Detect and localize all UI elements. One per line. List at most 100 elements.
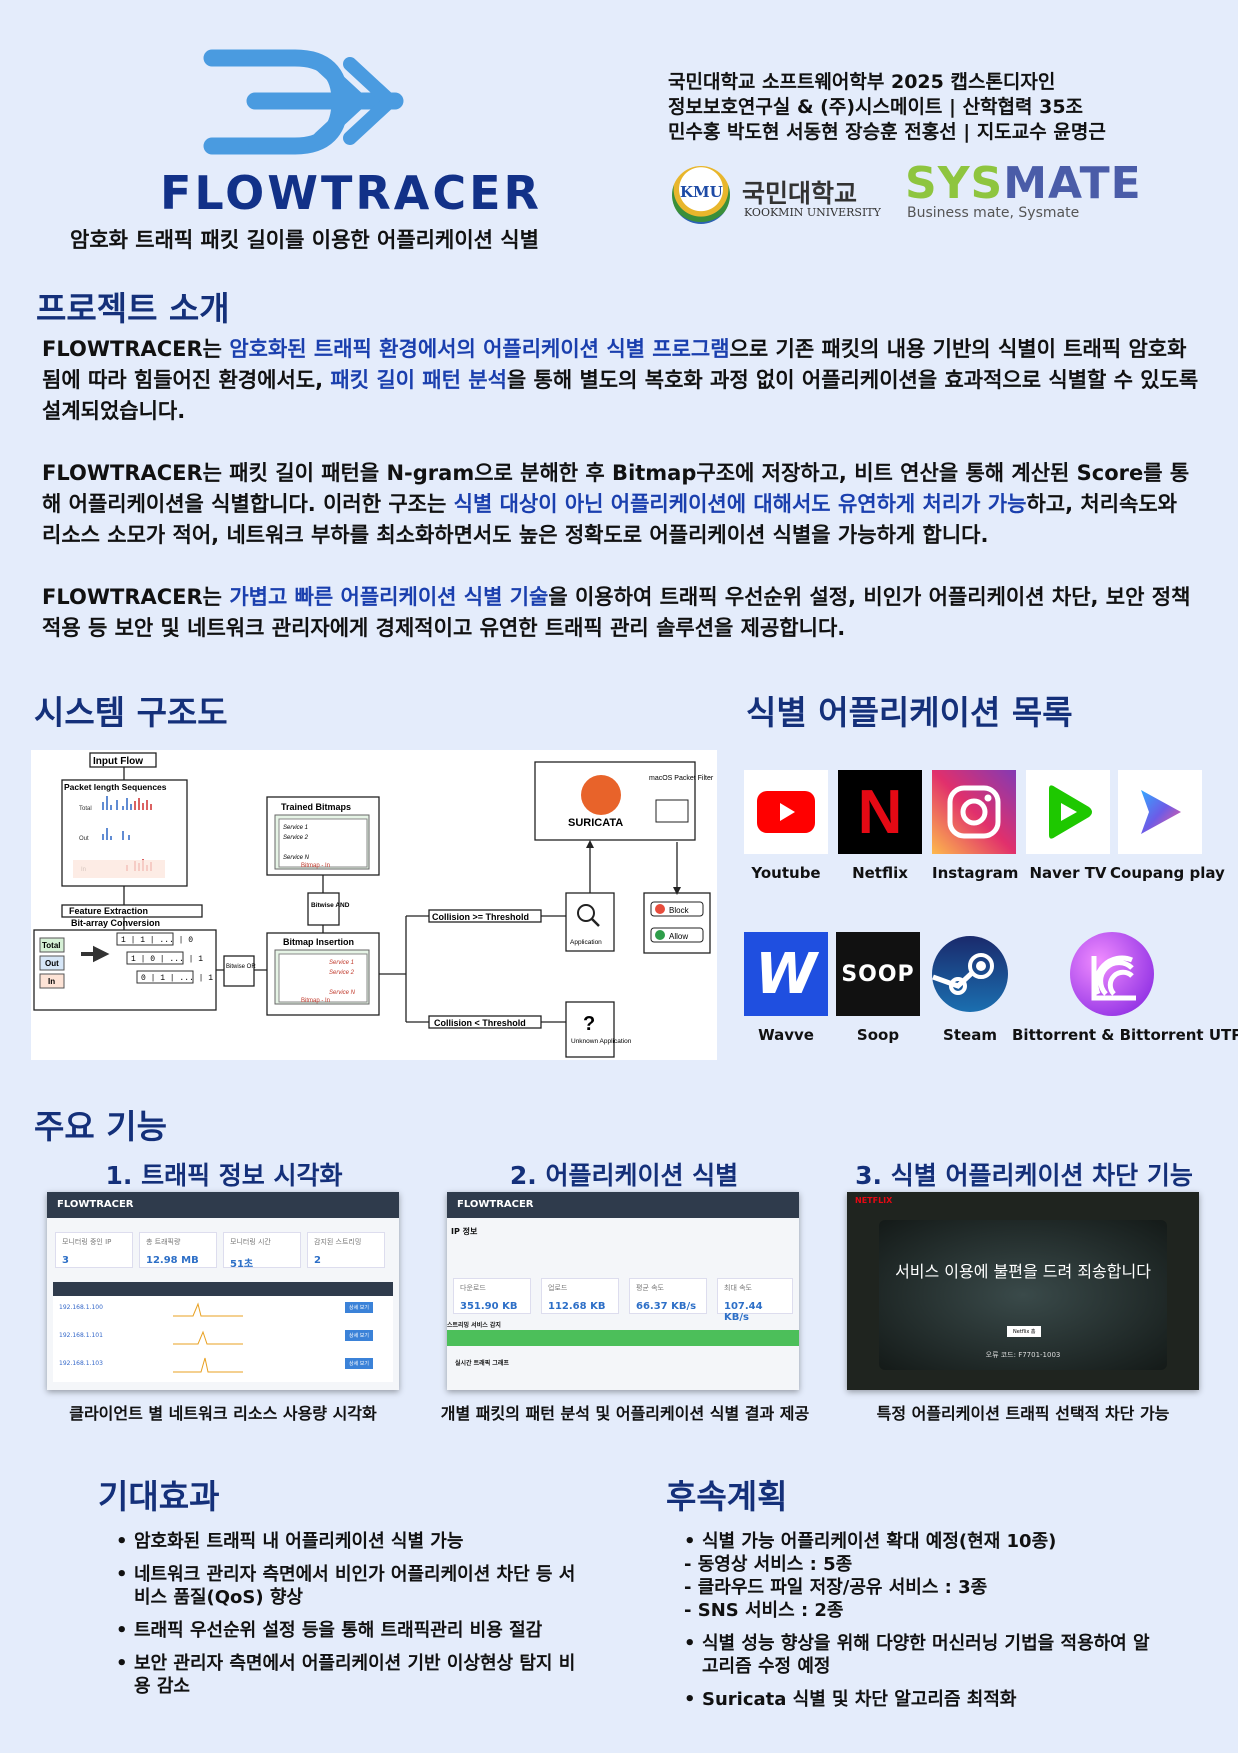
suricata-label: SURICATA bbox=[568, 817, 623, 829]
svg-text:Service N: Service N bbox=[329, 990, 356, 996]
sysmate-b: MATE bbox=[1003, 158, 1142, 209]
allow-label: Allow bbox=[669, 932, 688, 941]
kmu-emblem-icon: KMU bbox=[672, 166, 730, 224]
intro-paragraph: FLOWTRACER는 가볍고 빠른 어플리케이션 식별 기술을 이용하여 트래… bbox=[42, 585, 1191, 640]
stat-card: 다운로드 351.90 KB bbox=[453, 1278, 531, 1314]
info-line: 정보보호연구실 & (주)시스메이트 | 산학협력 35조 bbox=[668, 96, 1084, 118]
bitwise-or-label: Bitwise OR bbox=[226, 964, 256, 970]
list-item: 네트워크 관리자 측면에서 비인가 어플리케이션 차단 등 서비스 품질(QoS… bbox=[112, 1563, 582, 1609]
svg-text:Service N: Service N bbox=[283, 855, 310, 861]
effects-list: 암호화된 트래픽 내 어플리케이션 식별 가능 네트워크 관리자 측면에서 비인… bbox=[112, 1530, 582, 1708]
bitmap-insertion-label: Bitmap Insertion bbox=[283, 937, 354, 947]
trained-label: Trained Bitmaps bbox=[281, 802, 351, 812]
stat-card: 평균 속도 66.37 KB/s bbox=[629, 1278, 707, 1314]
brand-title: FLOWTRACER bbox=[160, 166, 542, 220]
plan-sub-item: - 동영상 서비스 : 5종 bbox=[684, 1554, 853, 1575]
intro-title: 프로젝트 소개 bbox=[36, 289, 230, 328]
table-row: 192.168.1.101 bbox=[59, 1332, 103, 1339]
app-instagram: Instagram bbox=[932, 770, 1019, 882]
plan-sub-item: - SNS 서비스 : 2종 bbox=[684, 1600, 844, 1621]
blocked-screenshot: NETFLIX 서비스 이용에 불편을 드려 죄송합니다 Netflix 홈 오… bbox=[847, 1192, 1199, 1390]
netflix-brand: NETFLIX bbox=[855, 1196, 893, 1205]
svg-text:Service 2: Service 2 bbox=[329, 970, 355, 976]
ip-table: 192.168.1.100 192.168.1.101 192.168.1.10… bbox=[53, 1296, 393, 1382]
feature-3-caption: 특정 어플리케이션 트래픽 선택적 차단 가능 bbox=[876, 1404, 1170, 1423]
coupangplay-icon bbox=[1118, 770, 1202, 854]
feature-2-caption: 개별 패킷의 패턴 분석 및 어플리케이션 식별 결과 제공 bbox=[440, 1404, 810, 1423]
block-message: 서비스 이용에 불편을 드려 죄송합니다 bbox=[895, 1262, 1151, 1281]
svg-text:1 | 1 | ... | 0: 1 | 1 | ... | 0 bbox=[121, 936, 193, 945]
sysmate-a: SYS bbox=[905, 158, 1004, 209]
detail-button[interactable]: 상세 보기 bbox=[345, 1302, 373, 1313]
app-navertv: Naver TV bbox=[1026, 770, 1110, 882]
app-soop: SOOP Soop bbox=[836, 932, 920, 1044]
detail-button[interactable]: 상세 보기 bbox=[345, 1358, 373, 1369]
table-row: 192.168.1.100 bbox=[59, 1304, 103, 1311]
svg-text:Service 1: Service 1 bbox=[283, 825, 308, 831]
stat-card: 업로드 112.68 KB bbox=[541, 1278, 619, 1314]
feature-2-title: 2. 어플리케이션 식별 bbox=[509, 1161, 739, 1190]
app-label: Bittorrent & Bittorrent UTP bbox=[1012, 1026, 1238, 1044]
graph-label: 실시간 트래픽 그래프 bbox=[455, 1360, 509, 1367]
traffic-sparkline bbox=[173, 1302, 243, 1373]
kmu-english: KOOKMIN UNIVERSITY bbox=[744, 206, 881, 219]
stat-card: 총 트래픽량 12.98 MB bbox=[139, 1232, 217, 1268]
app-steam: Steam bbox=[928, 932, 1012, 1044]
total-label: Total bbox=[79, 806, 92, 812]
info-line: 국민대학교 소프트웨어학부 2025 캡스톤디자인 bbox=[668, 71, 1056, 93]
netflix-icon: N bbox=[838, 770, 922, 854]
allow-icon bbox=[655, 930, 665, 940]
macos-label: macOS Packet Filter bbox=[649, 775, 714, 782]
app-youtube: Youtube bbox=[744, 770, 828, 882]
plans-list: 식별 가능 어플리케이션 확대 예정(현재 10종) - 동영상 서비스 : 5… bbox=[680, 1530, 1160, 1721]
detected-label: 스트리밍 서비스 감지 bbox=[447, 1322, 501, 1329]
feature-3-title: 3. 식별 어플리케이션 차단 기능 bbox=[855, 1161, 1193, 1190]
search-icon bbox=[577, 904, 595, 922]
feature-extraction-label: Feature Extraction bbox=[69, 906, 148, 916]
detail-button[interactable]: 상세 보기 bbox=[345, 1330, 373, 1341]
feature-1-title: 1. 트래픽 정보 시각화 bbox=[105, 1161, 343, 1190]
info-line: 민수홍 박도현 서동현 장승훈 전홍선 | 지도교수 윤명근 bbox=[668, 121, 1106, 143]
kmu-logo: KMU 국민대학교 KOOKMIN UNIVERSITY bbox=[672, 162, 882, 232]
soop-icon: SOOP bbox=[836, 932, 920, 1016]
stat-card: 모니터링 중인 IP 3 bbox=[55, 1232, 133, 1268]
system-title: 시스템 구조도 bbox=[34, 693, 228, 732]
tagline: 암호화 트래픽 패킷 길이를 이용한 어플리케이션 식별 bbox=[70, 228, 539, 252]
screenshot-titlebar: FLOWTRACER bbox=[47, 1192, 399, 1218]
list-item: 보안 관리자 측면에서 어플리케이션 기반 이상현상 탐지 비용 감소 bbox=[112, 1652, 582, 1698]
svg-text:1 | 0 | ... | 1: 1 | 0 | ... | 1 bbox=[131, 955, 203, 964]
youtube-icon bbox=[744, 770, 828, 854]
app-label: Wavve bbox=[758, 1026, 814, 1044]
plan-sub-item: - 클라우드 파일 저장/공유 서비스 : 3종 bbox=[684, 1577, 988, 1598]
app-bittorrent: Bittorrent & Bittorrent UTP bbox=[1012, 932, 1238, 1044]
app-label: Youtube bbox=[751, 864, 821, 882]
app-label: Steam bbox=[943, 1026, 997, 1044]
application-label: Application bbox=[570, 939, 602, 946]
bittorrent-icon bbox=[1070, 932, 1154, 1016]
flowtracer-logo-icon bbox=[203, 49, 404, 155]
input-flow-label: Input Flow bbox=[93, 756, 143, 767]
svg-text:Total: Total bbox=[42, 941, 61, 950]
svg-text:Out: Out bbox=[45, 959, 59, 968]
navertv-icon bbox=[1026, 770, 1110, 854]
app-label: Soop bbox=[856, 1026, 900, 1044]
block-icon bbox=[655, 904, 665, 914]
feature-1-caption: 클라이언트 별 네트워크 리소스 사용량 시각화 bbox=[69, 1404, 377, 1423]
netflix-home-button[interactable]: Netflix 홈 bbox=[1007, 1326, 1042, 1337]
app-label: Naver TV bbox=[1029, 864, 1107, 882]
svg-text:0 | 1 | ... | 1: 0 | 1 | ... | 1 bbox=[141, 974, 213, 983]
app-netflix: N Netflix bbox=[838, 770, 922, 882]
dashboard-screenshot: FLOWTRACER 모니터링 중인 IP 3 총 트래픽량 12.98 MB 모니… bbox=[47, 1192, 399, 1390]
list-item: 암호화된 트래픽 내 어플리케이션 식별 가능 bbox=[112, 1530, 582, 1553]
intro-paragraph: FLOWTRACER는 암호화된 트래픽 환경에서의 어플리케이션 식별 프로그… bbox=[42, 337, 1199, 423]
collision-ge-label: Collision >= Threshold bbox=[432, 912, 529, 922]
svg-text:Bitmap - In: Bitmap - In bbox=[301, 998, 330, 1004]
effects-title: 기대효과 bbox=[98, 1477, 220, 1516]
ip-info-label: IP 정보 bbox=[451, 1227, 478, 1236]
system-diagram: Input Flow Packet length Sequences Total… bbox=[31, 750, 717, 1060]
features-title: 주요 기능 bbox=[34, 1107, 167, 1146]
bit-array-label: Bit-array Conversion bbox=[71, 918, 160, 928]
app-wavve: W Wavve bbox=[744, 932, 828, 1044]
app-label: Instagram bbox=[932, 864, 1019, 882]
app-label: Netflix bbox=[852, 864, 908, 882]
